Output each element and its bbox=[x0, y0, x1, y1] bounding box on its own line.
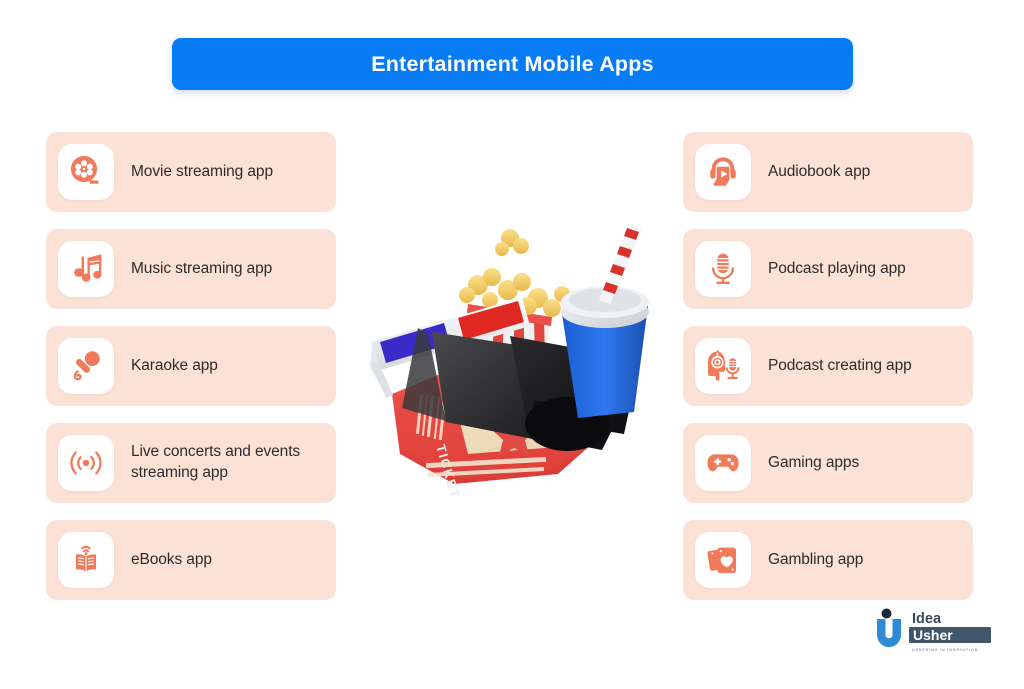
playing-cards-heart-icon bbox=[695, 532, 751, 588]
feature-label: Music streaming app bbox=[131, 259, 273, 277]
headphones-play-book-icon bbox=[695, 144, 751, 200]
logo-idea-text: Idea bbox=[912, 611, 942, 627]
feature-label: Karaoke app bbox=[131, 356, 218, 374]
feature-row-gambling[interactable]: Gambling app bbox=[683, 520, 973, 600]
head-headphones-mic-icon bbox=[695, 338, 751, 394]
soda-cup-with-straw bbox=[561, 224, 649, 418]
page-title-banner: Entertainment Mobile Apps bbox=[172, 38, 853, 90]
studio-microphone-icon bbox=[695, 241, 751, 297]
broadcast-waves-icon bbox=[58, 435, 114, 491]
feature-row-podcast-creating[interactable]: Podcast creating app bbox=[683, 326, 973, 406]
cinema-3d-illustration: TICKET bbox=[362, 222, 662, 512]
feature-label: Gaming apps bbox=[768, 453, 860, 471]
gamepad-icon bbox=[695, 435, 751, 491]
feature-label: Movie streaming app bbox=[131, 162, 273, 180]
u-logo-mark bbox=[877, 608, 901, 647]
feature-row-audiobook[interactable]: Audiobook app bbox=[683, 132, 973, 212]
feature-row-podcast-playing[interactable]: Podcast playing app bbox=[683, 229, 973, 309]
feature-label: Podcast creating app bbox=[768, 356, 912, 374]
logo-tagline: USHERING IN INNOVATION bbox=[912, 648, 978, 652]
feature-label: Gambling app bbox=[768, 550, 864, 568]
open-book-wifi-icon bbox=[58, 532, 114, 588]
feature-row-ebooks[interactable]: eBooks app bbox=[46, 520, 336, 600]
microphone-icon bbox=[58, 338, 114, 394]
feature-row-movie-streaming[interactable]: Movie streaming app bbox=[46, 132, 336, 212]
feature-label: eBooks app bbox=[131, 550, 212, 568]
left-feature-column: Movie streaming app Music streaming app bbox=[46, 132, 336, 600]
feature-row-music-streaming[interactable]: Music streaming app bbox=[46, 229, 336, 309]
logo-usher-text: Usher bbox=[913, 627, 953, 643]
brand-logo: Idea Usher USHERING IN INNOVATION bbox=[872, 607, 994, 655]
right-feature-column: Audiobook app Podcast playing app Podcas… bbox=[683, 132, 973, 600]
feature-row-live-concerts[interactable]: Live concerts and events streaming app bbox=[46, 423, 336, 503]
feature-row-gaming[interactable]: Gaming apps bbox=[683, 423, 973, 503]
music-notes-icon bbox=[58, 241, 114, 297]
feature-label: Podcast playing app bbox=[768, 259, 906, 277]
feature-label: Live concerts and events streaming app bbox=[131, 443, 301, 481]
feature-row-karaoke[interactable]: Karaoke app bbox=[46, 326, 336, 406]
feature-label: Audiobook app bbox=[768, 162, 871, 180]
page-title: Entertainment Mobile Apps bbox=[371, 51, 654, 76]
film-reel-icon bbox=[58, 144, 114, 200]
